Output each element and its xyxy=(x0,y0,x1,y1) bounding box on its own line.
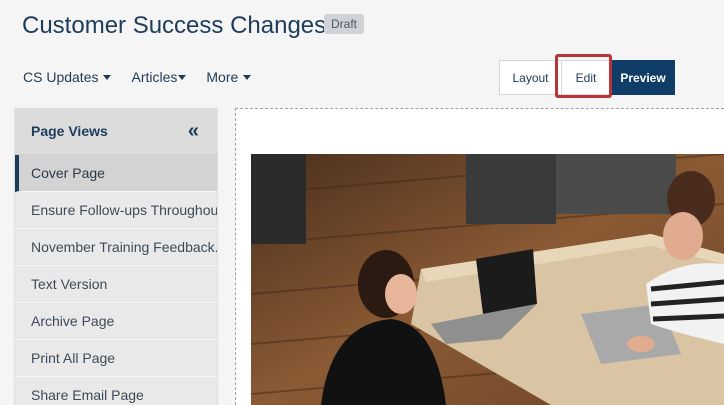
status-badge: Draft xyxy=(324,14,365,34)
sidebar-title: Page Views xyxy=(31,123,108,139)
nav-more-label: More xyxy=(206,69,239,85)
chevron-down-icon xyxy=(243,74,252,80)
sidebar-header: Page Views « xyxy=(15,108,217,155)
chevron-down-icon xyxy=(178,74,187,80)
nav-more[interactable]: More xyxy=(206,69,252,85)
page-title: Customer Success Changes xyxy=(22,12,327,39)
sidebar-item-archive-page[interactable]: Archive Page xyxy=(15,303,217,340)
layout-button[interactable]: Layout xyxy=(499,60,561,95)
sidebar-item-november-training[interactable]: November Training Feedback... xyxy=(15,229,217,266)
nav-articles[interactable]: Articles xyxy=(131,69,187,85)
page-views-sidebar: Page Views « Cover Page Ensure Follow-up… xyxy=(14,108,218,405)
sidebar-item-share-email-page[interactable]: Share Email Page xyxy=(15,377,217,405)
chevron-down-icon xyxy=(103,74,112,80)
nav-cs-updates-label: CS Updates xyxy=(23,69,99,85)
view-mode-toggle: Layout Edit Preview xyxy=(499,60,675,95)
preview-button[interactable]: Preview xyxy=(611,60,675,95)
sidebar-item-cover-page[interactable]: Cover Page xyxy=(15,155,217,192)
edit-button[interactable]: Edit xyxy=(561,60,611,95)
sidebar-item-text-version[interactable]: Text Version xyxy=(15,266,217,303)
nav-cs-updates[interactable]: CS Updates xyxy=(23,69,112,85)
sidebar-item-ensure-follow-ups[interactable]: Ensure Follow-ups Throughout xyxy=(15,192,217,229)
cover-image[interactable] xyxy=(251,154,724,405)
cover-image-illustration xyxy=(251,154,724,405)
double-chevron-left-icon[interactable]: « xyxy=(188,120,199,143)
nav-articles-label: Articles xyxy=(131,69,178,85)
sidebar-item-print-all-page[interactable]: Print All Page xyxy=(15,340,217,377)
top-nav: CS Updates Articles More xyxy=(23,69,271,85)
